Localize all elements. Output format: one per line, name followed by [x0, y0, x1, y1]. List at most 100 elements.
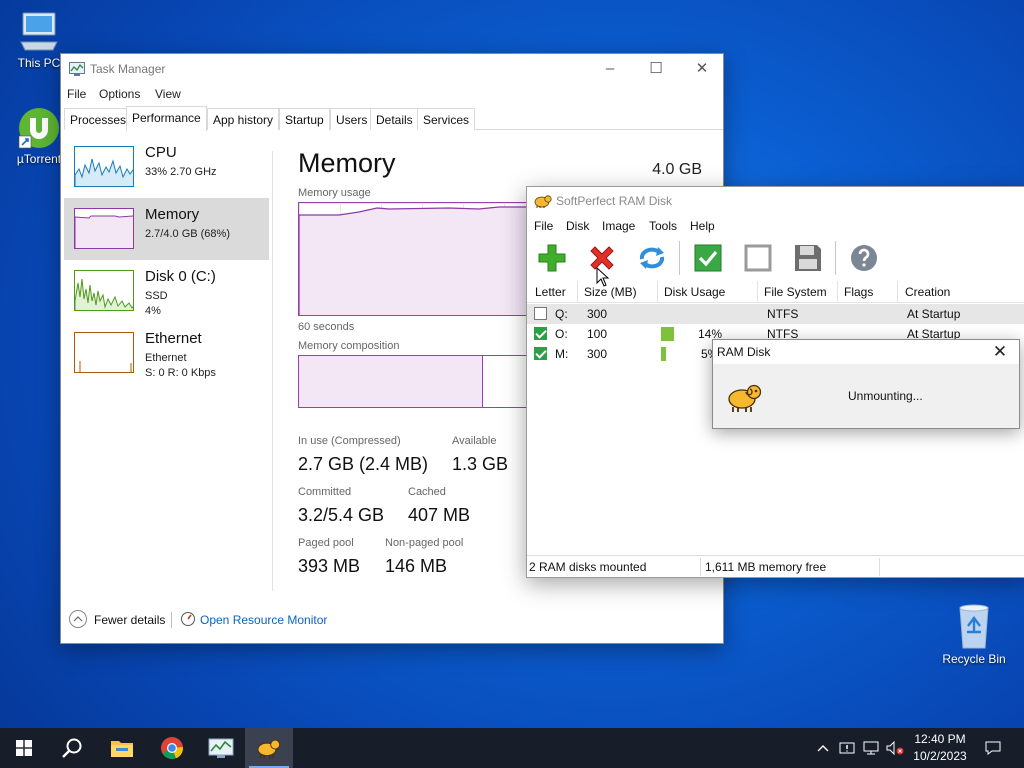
menu-options[interactable]: Options [99, 87, 140, 101]
mount-button[interactable] [689, 240, 727, 276]
memory-usage-label: Memory usage [298, 187, 371, 199]
tab-services[interactable]: Services [417, 108, 476, 130]
perf-item-cpu[interactable]: CPU 33% 2.70 GHz [64, 136, 269, 198]
disk-thumbnail-graph [74, 270, 134, 311]
add-disk-button[interactable] [533, 240, 571, 276]
dialog-close-button[interactable]: ✕ [987, 341, 1013, 363]
search-button[interactable] [48, 728, 96, 768]
desktop-icon-label: This PC [17, 56, 61, 70]
performance-sidebar: CPU 33% 2.70 GHz Memory 2.7/4.0 GB (68%)… [64, 136, 272, 566]
refresh-button[interactable] [633, 240, 671, 276]
tab-bar: Processes Performance App history Startu… [64, 106, 723, 131]
time-span-label: 60 seconds [298, 321, 355, 333]
start-button[interactable] [0, 728, 48, 768]
stat-value: 146 MB [385, 556, 448, 576]
taskbar-ram-disk[interactable] [245, 728, 293, 768]
refresh-icon [639, 247, 665, 269]
desktop-icon-recycle-bin[interactable]: Recycle Bin [938, 602, 1010, 666]
stat-label: Non-paged pool [385, 537, 464, 549]
computer-icon [20, 12, 58, 51]
menu-image[interactable]: Image [602, 219, 635, 233]
taskbar-chrome[interactable] [148, 728, 196, 768]
windows-logo-icon [16, 740, 32, 756]
column-header-disk-usage[interactable]: Disk Usage [664, 285, 725, 299]
help-icon [851, 245, 877, 271]
recycle-bin-icon [959, 604, 989, 649]
column-header-flags[interactable]: Flags [844, 285, 873, 299]
status-bar: 2 RAM disks mounted 1,611 MB memory free [527, 555, 1024, 577]
menu-tools[interactable]: Tools [649, 219, 677, 233]
taskbar-clock[interactable]: 12:40 PM 10/2/2023 [905, 731, 975, 765]
tab-users[interactable]: Users [330, 108, 374, 130]
stat-value: 407 MB [408, 505, 471, 525]
menu-file[interactable]: File [534, 219, 553, 233]
menu-view[interactable]: View [155, 87, 181, 101]
taskbar-task-manager[interactable] [197, 728, 245, 768]
disk-checkbox[interactable] [534, 347, 547, 360]
perf-item-detail: SSD [145, 290, 168, 302]
tab-details[interactable]: Details [370, 108, 419, 130]
window-title: SoftPerfect RAM Disk [556, 194, 673, 208]
taskbar-file-explorer[interactable] [98, 728, 146, 768]
column-header-size[interactable]: Size (MB) [584, 285, 637, 299]
menu-disk[interactable]: Disk [566, 219, 589, 233]
stat-value: 3.2/5.4 GB [298, 505, 385, 525]
task-manager-footer: Fewer details Open Resource Monitor [61, 606, 723, 636]
disk-size: 300 [587, 347, 608, 361]
disk-file-system: NTFS [767, 307, 799, 321]
unmount-button[interactable] [739, 240, 777, 276]
column-header-letter[interactable]: Letter [535, 285, 566, 299]
in-use-segment [299, 356, 483, 407]
menu-bar: File Disk Image Tools Help [527, 217, 1024, 237]
clock-time: 12:40 PM [914, 732, 966, 746]
disk-row[interactable]: Q: 300 NTFS At Startup [527, 304, 1024, 324]
minimize-button[interactable]: – [587, 54, 633, 84]
open-resource-monitor-link[interactable]: Open Resource Monitor [200, 613, 327, 627]
volume-muted-icon [886, 740, 904, 756]
tray-volume-button[interactable] [884, 728, 906, 768]
column-divider [837, 281, 838, 303]
column-divider [657, 281, 658, 303]
save-image-button[interactable] [789, 240, 827, 276]
chevron-up-icon[interactable] [69, 610, 87, 628]
toolbar-separator [835, 241, 836, 275]
divider [272, 151, 273, 591]
close-button[interactable]: ✕ [679, 54, 725, 84]
disk-checkbox[interactable] [534, 307, 547, 320]
dialog-title-bar[interactable]: RAM Disk ✕ [713, 340, 1019, 364]
ram-disk-app-icon [534, 195, 552, 208]
fewer-details-button[interactable]: Fewer details [94, 613, 165, 627]
tray-alert-icon-button[interactable] [836, 728, 858, 768]
add-icon [538, 244, 566, 272]
perf-item-disk[interactable]: Disk 0 (C:) SSD 4% [64, 260, 269, 322]
column-header-file-system[interactable]: File System [764, 285, 827, 299]
chevron-up-icon [817, 745, 829, 752]
status-divider [700, 558, 701, 576]
show-hidden-icons-button[interactable] [812, 728, 834, 768]
column-divider [577, 281, 578, 303]
tab-performance[interactable]: Performance [126, 106, 207, 131]
perf-item-detail: Ethernet [145, 352, 187, 364]
menu-file[interactable]: File [67, 87, 86, 101]
perf-item-ethernet[interactable]: Ethernet Ethernet S: 0 R: 0 Kbps [64, 322, 269, 384]
stat-value: 2.7 GB (2.4 MB) [298, 454, 429, 474]
stat-label: Cached [408, 486, 446, 498]
tray-network-button[interactable] [860, 728, 882, 768]
tab-processes[interactable]: Processes [64, 108, 133, 130]
search-icon [62, 738, 82, 758]
memory-composition-label: Memory composition [298, 340, 400, 352]
menu-help[interactable]: Help [690, 219, 715, 233]
help-button[interactable] [845, 240, 883, 276]
notifications-button[interactable] [978, 728, 1008, 768]
tab-app-history[interactable]: App history [207, 108, 280, 130]
tab-startup[interactable]: Startup [279, 108, 330, 130]
disk-checkbox[interactable] [534, 327, 547, 340]
disk-letter: M: [555, 347, 569, 361]
perf-item-memory[interactable]: Memory 2.7/4.0 GB (68%) [64, 198, 269, 260]
title-bar[interactable]: SoftPerfect RAM Disk [527, 187, 1024, 215]
column-header-creation[interactable]: Creation [905, 285, 950, 299]
disk-letter: O: [555, 327, 568, 341]
folder-icon [111, 741, 133, 757]
maximize-button[interactable]: ☐ [633, 54, 679, 84]
title-bar[interactable]: Task Manager – ☐ ✕ [61, 54, 723, 84]
